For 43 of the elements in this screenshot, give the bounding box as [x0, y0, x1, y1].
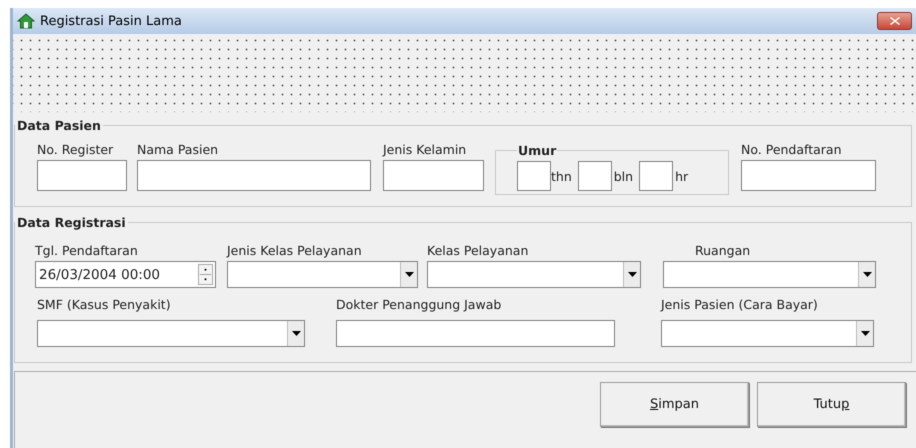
text-field[interactable] [37, 160, 127, 191]
group-title: Umur [517, 143, 558, 158]
number-field[interactable] [578, 161, 612, 191]
group-title: Data Registrasi [16, 215, 127, 230]
unit-label: thn [551, 168, 572, 184]
field-label: Jenis Pasien (Cara Bayar) [661, 297, 819, 312]
text-field[interactable] [741, 160, 876, 191]
text-field[interactable] [383, 160, 484, 191]
date-time-field[interactable]: 26/03/2004 00:00 [35, 261, 216, 288]
field-label: Nama Pasien [137, 142, 220, 157]
number-field[interactable] [639, 161, 674, 191]
field-label: Jenis Kelas Pelayanan [227, 243, 363, 258]
close-icon [890, 17, 900, 25]
field-label: Ruangan [694, 243, 752, 258]
unit-label: hr [675, 168, 688, 184]
caret-icon [628, 272, 636, 277]
window-title: Registrasi Pasin Lama [40, 14, 182, 28]
dropdown-field[interactable] [37, 320, 305, 347]
text-field[interactable] [137, 160, 371, 191]
caret-icon [860, 331, 870, 336]
field-label: Kelas Pelayanan [427, 243, 530, 258]
caret-icon [862, 272, 872, 277]
close-button[interactable] [877, 12, 912, 30]
dropdown-field[interactable] [227, 261, 418, 288]
caret-icon [404, 272, 414, 277]
unit-label: bln [614, 168, 634, 184]
text-field[interactable] [336, 320, 615, 347]
field-label: Tgl. Pendaftaran [35, 243, 139, 258]
field-label: No. Register [37, 142, 114, 157]
field-label: Jenis Kelamin [383, 142, 468, 157]
number-field[interactable] [517, 161, 551, 191]
dropdown-field[interactable] [427, 261, 641, 288]
action-button[interactable]: Tutup [757, 382, 906, 427]
house-icon [17, 13, 35, 29]
dropdown-field[interactable] [661, 320, 874, 347]
dropdown-field[interactable] [663, 261, 876, 288]
field-label: No. Pendaftaran [741, 142, 842, 157]
field-label: SMF (Kasus Penyakit) [37, 297, 172, 312]
caret-icon [292, 331, 300, 336]
spinner-icon[interactable] [198, 264, 213, 285]
group-title: Data Pasien [16, 118, 102, 133]
action-button[interactable]: Simpan [600, 382, 749, 427]
field-label: Dokter Penanggung Jawab [336, 297, 502, 312]
